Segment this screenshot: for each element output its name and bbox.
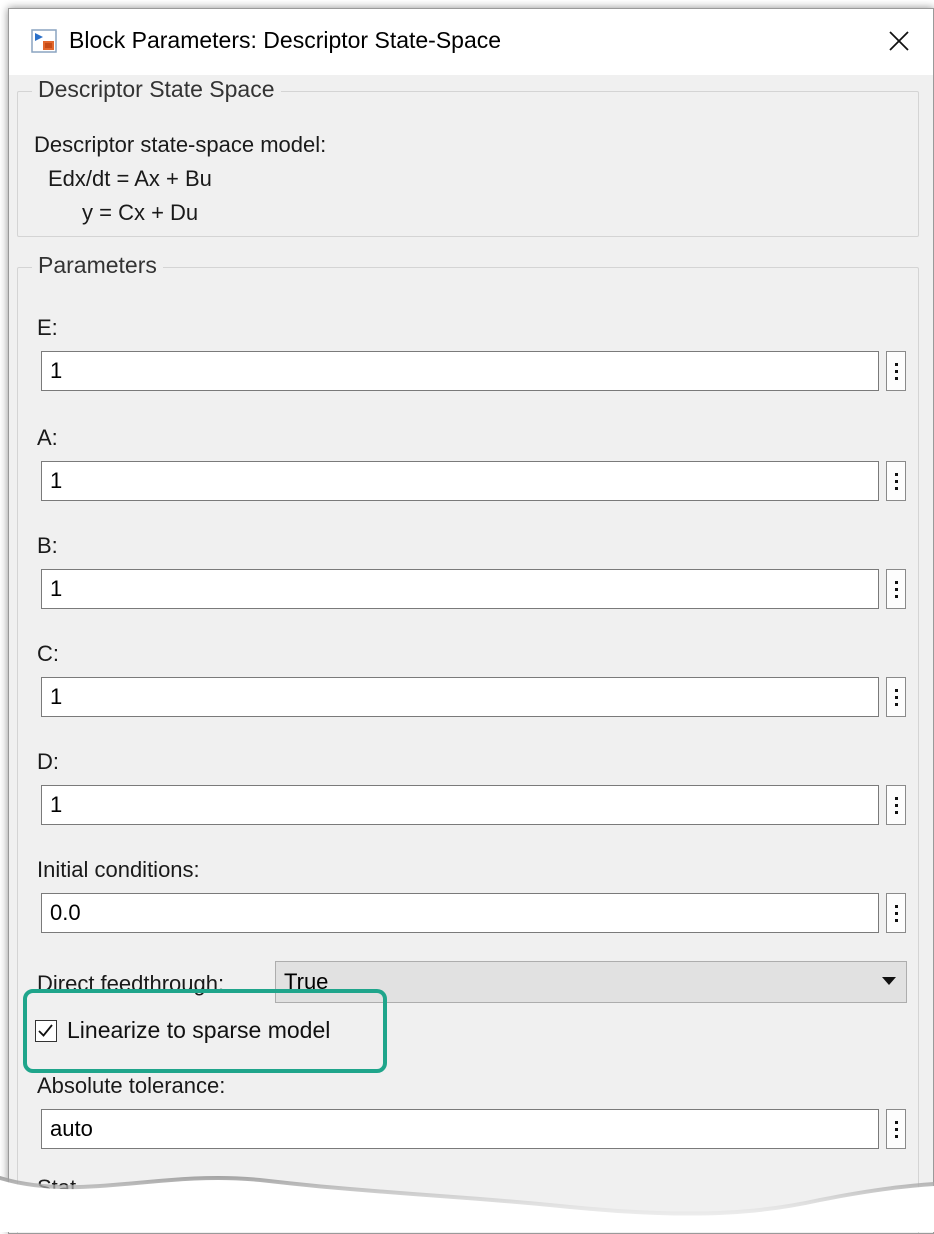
direct-feedthrough-value: True (284, 969, 329, 994)
b-label: B: (37, 533, 58, 558)
absolute-tolerance-more-options-button[interactable] (886, 1109, 906, 1149)
e-label: E: (37, 315, 58, 340)
linearize-checkbox-label[interactable]: Linearize to sparse model (67, 1017, 330, 1044)
a-input[interactable] (41, 461, 879, 501)
b-input[interactable] (41, 569, 879, 609)
simulink-block-icon (31, 29, 57, 53)
linearize-checkbox[interactable] (35, 1020, 57, 1042)
absolute-tolerance-label: Absolute tolerance: (37, 1073, 226, 1098)
a-label: A: (37, 425, 58, 450)
description-group: Descriptor State Space Descriptor state-… (17, 76, 919, 237)
parameters-group-label: Parameters (32, 252, 163, 279)
c-more-options-button[interactable] (886, 677, 906, 717)
dropdown-arrow-icon (882, 977, 896, 985)
block-parameters-dialog: Block Parameters: Descriptor State-Space… (8, 8, 934, 1234)
c-label: C: (37, 641, 59, 666)
d-input[interactable] (41, 785, 879, 825)
e-input[interactable] (41, 351, 879, 391)
direct-feedthrough-select[interactable]: True (275, 961, 907, 1003)
d-label: D: (37, 749, 59, 774)
direct-feedthrough-label: Direct feedthrough: (37, 971, 225, 996)
absolute-tolerance-input[interactable] (41, 1109, 879, 1149)
b-more-options-button[interactable] (886, 569, 906, 609)
a-more-options-button[interactable] (886, 461, 906, 501)
close-button[interactable] (877, 19, 921, 63)
state-name-label-partial: Stat (37, 1175, 77, 1200)
e-more-options-button[interactable] (886, 351, 906, 391)
d-more-options-button[interactable] (886, 785, 906, 825)
description-group-label: Descriptor State Space (32, 76, 281, 103)
description-line-3: y = Cx + Du (82, 200, 199, 225)
initial-conditions-input[interactable] (41, 893, 879, 933)
initial-conditions-label: Initial conditions: (37, 857, 200, 882)
close-icon (889, 31, 909, 51)
initial-conditions-more-options-button[interactable] (886, 893, 906, 933)
c-input[interactable] (41, 677, 879, 717)
description-line-1: Descriptor state-space model: (34, 132, 327, 157)
title-bar: Block Parameters: Descriptor State-Space (9, 9, 933, 75)
description-line-2: Edx/dt = Ax + Bu (48, 166, 212, 191)
window-title: Block Parameters: Descriptor State-Space (69, 27, 502, 53)
checkmark-icon (38, 1024, 53, 1037)
